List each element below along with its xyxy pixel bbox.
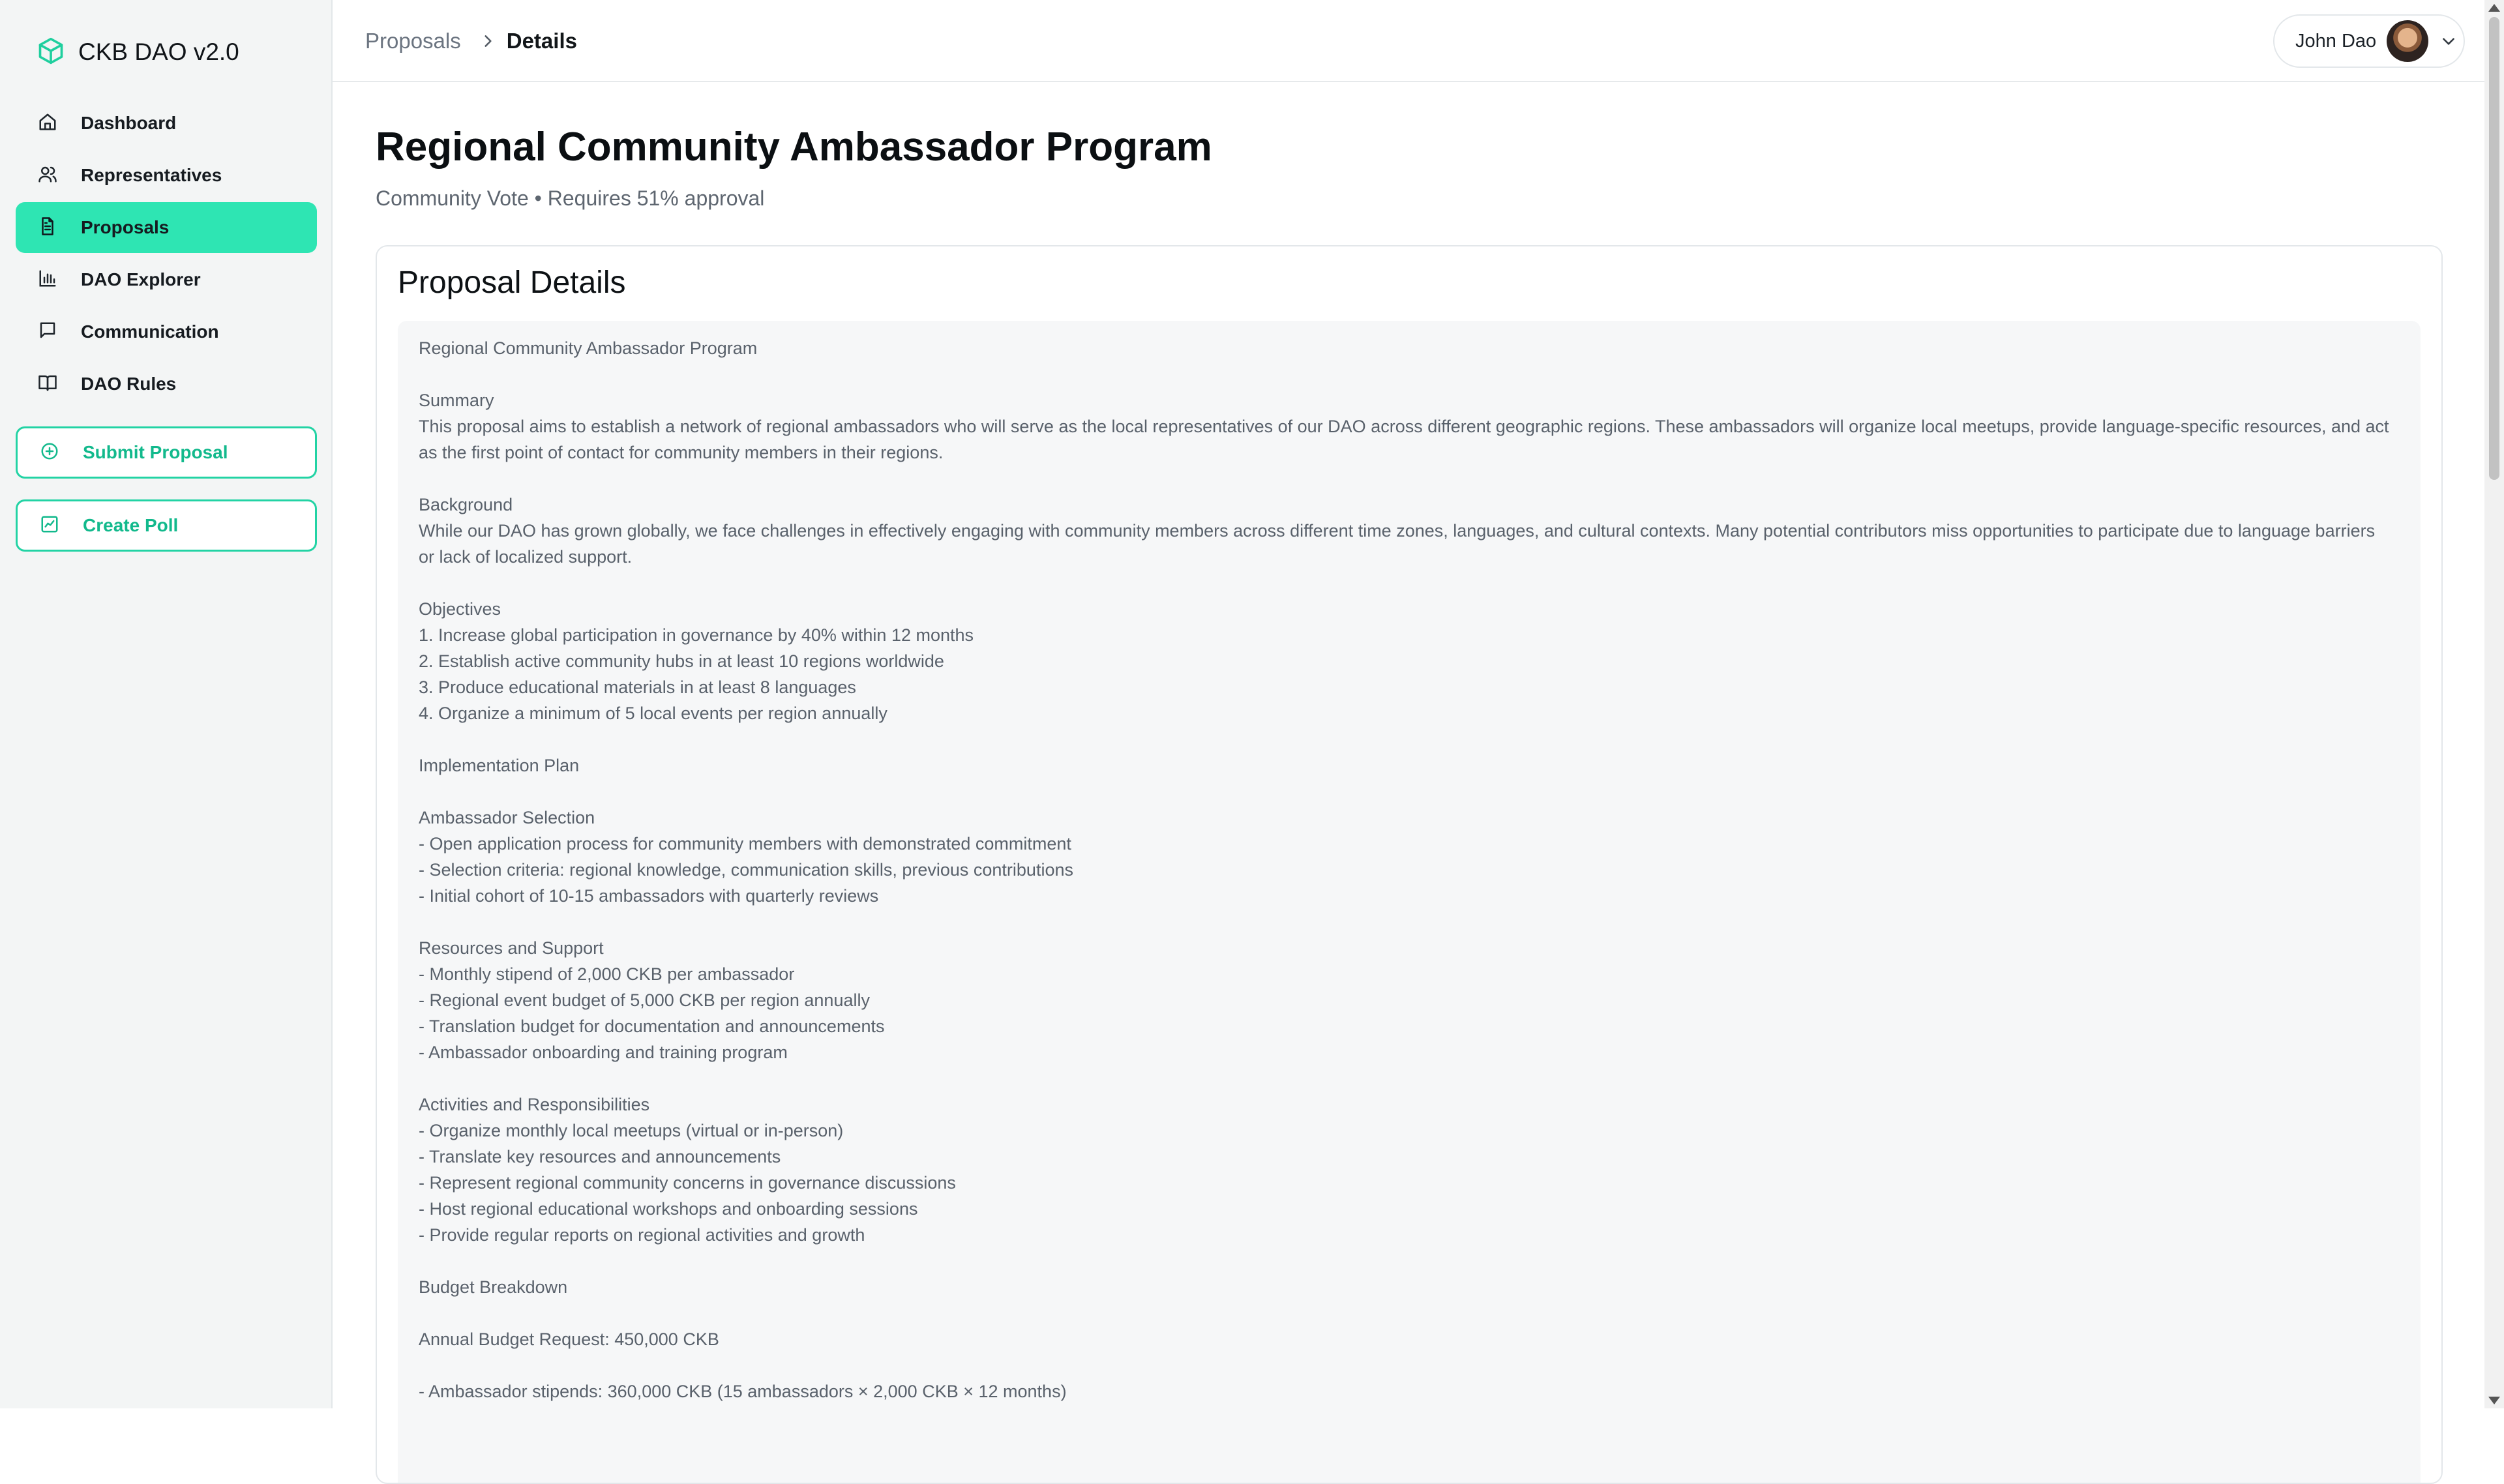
top-bar: Proposals Details John Dao [333,0,2484,82]
sidebar: CKB DAO v2.0 Dashboard Representatives P… [0,0,333,1408]
breadcrumb-proposals-link[interactable]: Proposals [365,29,461,53]
breadcrumb-current: Details [506,29,577,53]
sidebar-item-label: Proposals [81,217,170,237]
sidebar-item-label: DAO Explorer [81,269,201,289]
create-poll-button[interactable]: Create Poll [16,499,317,552]
sidebar-item-label: Dashboard [81,113,177,133]
bar-chart-icon [38,269,57,291]
chevron-right-icon [479,33,496,50]
scrollbar[interactable] [2484,0,2504,1408]
proposal-body-text: Regional Community Ambassador Program Su… [419,338,2389,1401]
file-text-icon [38,216,57,239]
sidebar-nav: Dashboard Representatives Proposals DAO … [16,98,317,411]
create-poll-label: Create Poll [83,515,179,535]
sidebar-item-communication[interactable]: Communication [16,306,317,357]
proposal-subtitle: Community Vote • Requires 51% approval [376,186,765,210]
sidebar-item-label: Representatives [81,165,222,185]
scroll-down-arrow-icon[interactable] [2488,1397,2500,1404]
cube-logo-icon [37,37,65,68]
plus-circle-icon [40,441,59,464]
sidebar-item-dashboard[interactable]: Dashboard [16,98,317,149]
brand[interactable]: CKB DAO v2.0 [37,34,239,70]
sidebar-item-dao-rules[interactable]: DAO Rules [16,359,317,409]
submit-proposal-button[interactable]: Submit Proposal [16,426,317,479]
main-content: Regional Community Ambassador Program Co… [333,82,2484,1484]
page-title: Regional Community Ambassador Program [376,125,1212,170]
user-menu[interactable]: John Dao [2273,14,2465,68]
user-name: John Dao [2295,30,2377,52]
message-square-icon [38,321,57,344]
chevron-down-icon [2440,33,2457,50]
card-title: Proposal Details [398,265,626,300]
submit-proposal-label: Submit Proposal [83,442,228,462]
sidebar-item-dao-explorer[interactable]: DAO Explorer [16,254,317,305]
book-open-icon [38,373,57,396]
proposal-details-card: Proposal Details Regional Community Amba… [376,245,2443,1484]
sidebar-item-representatives[interactable]: Representatives [16,150,317,201]
home-icon [38,112,57,135]
proposal-details-box: Regional Community Ambassador Program Su… [398,321,2421,1483]
scrollbar-thumb[interactable] [2489,17,2499,480]
brand-name: CKB DAO v2.0 [78,38,239,65]
users-icon [38,164,57,187]
sidebar-item-label: Communication [81,321,219,342]
avatar [2387,20,2429,62]
scroll-up-arrow-icon[interactable] [2488,4,2500,12]
poll-icon [40,514,59,537]
sidebar-item-proposals[interactable]: Proposals [16,202,317,253]
breadcrumb: Proposals Details [365,0,577,82]
sidebar-item-label: DAO Rules [81,374,177,394]
